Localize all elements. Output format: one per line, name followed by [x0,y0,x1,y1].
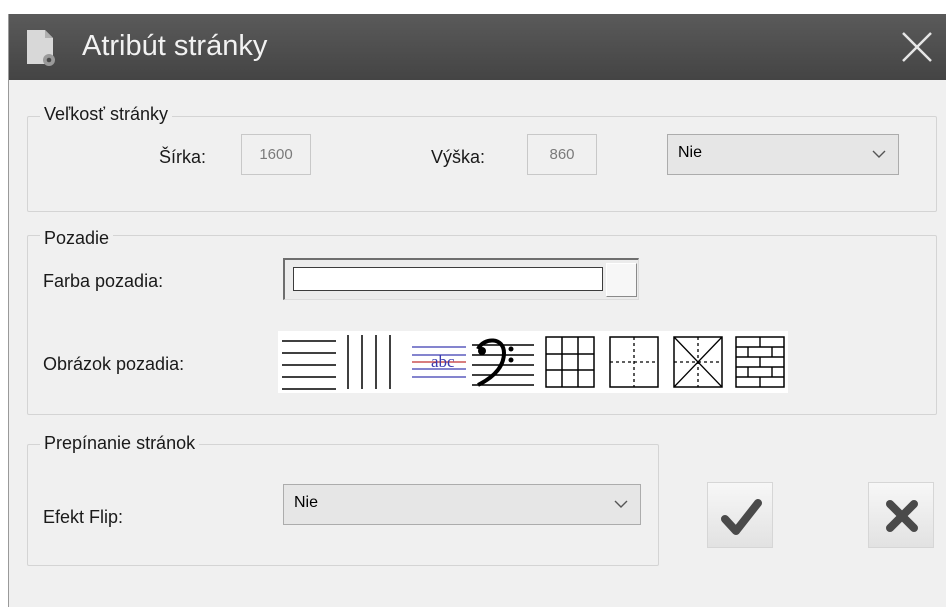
background-color-picker[interactable] [283,258,639,300]
bass-clef-staff-icon[interactable] [470,331,536,393]
page-size-preset-select[interactable]: Nie [667,134,899,175]
chevron-down-icon [872,150,886,158]
dashed-cross-icon[interactable] [604,331,664,393]
horizontal-lines-icon[interactable] [278,331,340,393]
svg-text:abc: abc [431,352,455,371]
width-label: Šírka: [159,147,207,167]
height-label: Výška: [431,147,486,167]
background-image-label: Obrázok pozadia: [43,354,185,374]
flip-effect-label: Efekt Flip: [43,507,124,527]
dialog-title: Atribút stránky [82,30,268,62]
brick-icon[interactable] [732,331,788,393]
close-icon[interactable] [897,27,937,67]
page-settings-icon [27,30,55,66]
diagonal-cross-icon[interactable] [668,331,728,393]
background-legend: Pozadie [40,228,114,249]
page-turn-legend: Prepínanie stránok [40,433,200,454]
grid-icon[interactable] [540,331,600,393]
color-picker-button[interactable] [606,263,637,297]
flip-effect-select[interactable]: Nie [283,484,641,525]
chevron-down-icon [614,500,628,508]
page-attribute-dialog: Atribút stránky Veľkosť stránky Šírka: 1… [8,14,946,607]
page-size-legend: Veľkosť stránky [40,104,173,125]
ok-button[interactable] [707,482,773,548]
height-input[interactable]: 860 [527,134,597,175]
title-bar: Atribút stránky [9,14,946,80]
handwriting-lines-icon[interactable]: abc [406,331,468,393]
checkmark-icon [721,499,762,535]
background-color-label: Farba pozadia: [43,271,164,291]
width-input[interactable]: 1600 [241,134,311,175]
flip-effect-value: Nie [294,494,319,511]
page-size-preset-value: Nie [678,144,703,161]
vertical-lines-icon[interactable] [342,331,404,393]
cancel-x-icon [886,500,918,532]
background-color-swatch [293,267,603,291]
cancel-button[interactable] [868,482,934,548]
background-pattern-strip: abc [278,331,788,393]
